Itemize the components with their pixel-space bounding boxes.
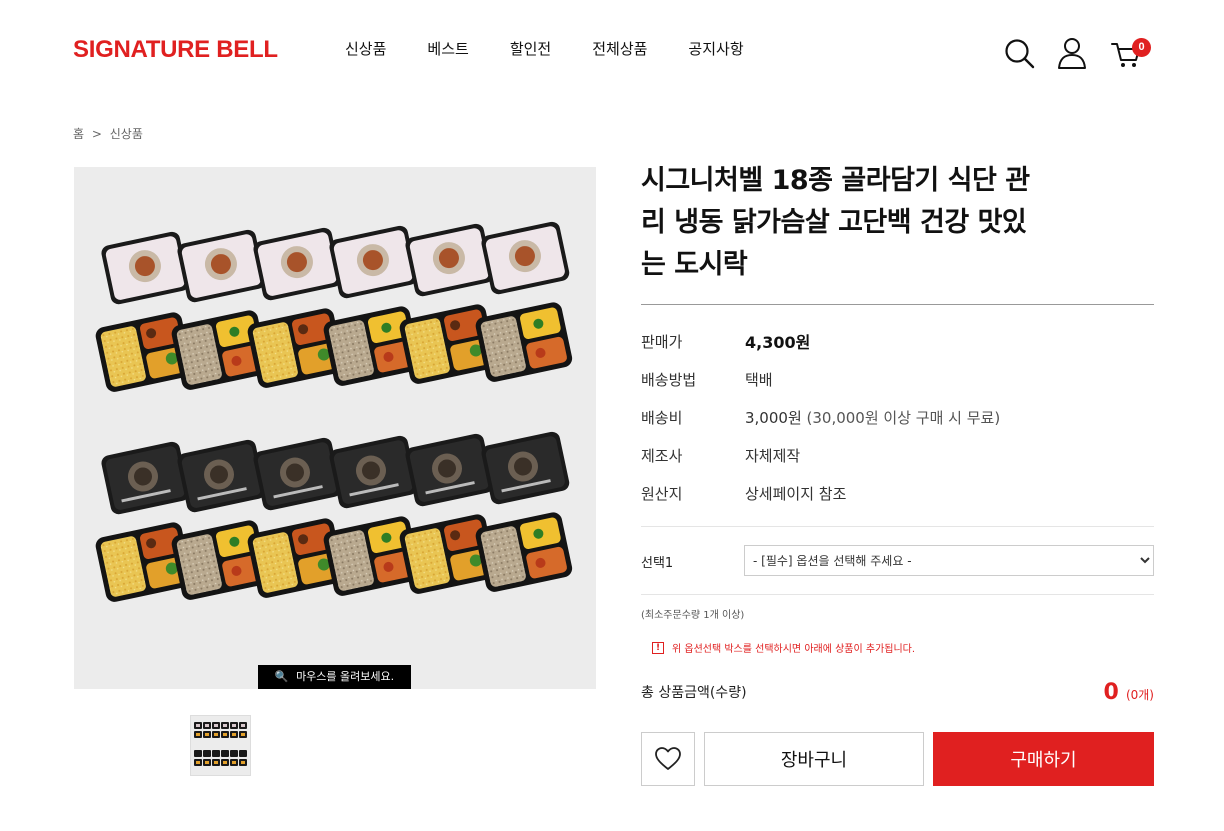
- cart-count-badge: 0: [1132, 38, 1151, 57]
- sale-price: 4,300원: [745, 333, 811, 352]
- total-value: 0 (0개): [1104, 680, 1154, 705]
- total-amount: 0: [1103, 680, 1119, 705]
- info-row-shipping-method: 배송방법 택배: [641, 360, 1154, 398]
- cart-icon[interactable]: 0: [1110, 36, 1151, 70]
- thumbnail-image: [191, 716, 250, 775]
- info-row-shipping-fee: 배송비 3,000원 (30,000원 이상 구매 시 무료): [641, 398, 1154, 436]
- info-value: 자체제작: [745, 446, 801, 465]
- breadcrumb-separator: >: [91, 127, 102, 141]
- info-value: 상세페이지 참조: [745, 484, 847, 503]
- product-thumbnail[interactable]: [190, 715, 251, 776]
- info-value: 택배: [745, 370, 773, 389]
- title-divider: [641, 304, 1154, 305]
- product-info-table: 판매가 4,300원 배송방법 택배 배송비 3,000원 (30,000원 이…: [641, 322, 1154, 512]
- wishlist-button[interactable]: [641, 732, 695, 786]
- option-notice-text: 위 옵션선택 박스를 선택하시면 아래에 상품이 추가됩니다.: [672, 644, 916, 655]
- info-key: 원산지: [641, 484, 683, 503]
- nav-notice[interactable]: 공지사항: [688, 38, 743, 59]
- info-key: 배송방법: [641, 370, 697, 389]
- info-row-price: 판매가 4,300원: [641, 322, 1154, 360]
- option-select[interactable]: - [필수] 옵션을 선택해 주세요 -: [744, 545, 1154, 576]
- nav-all-products[interactable]: 전체상품: [592, 38, 647, 59]
- add-to-cart-button[interactable]: 장바구니: [704, 732, 924, 786]
- shipping-fee: 3,000원: [745, 408, 802, 427]
- nav-sale[interactable]: 할인전: [510, 38, 551, 59]
- search-icon[interactable]: [1002, 36, 1036, 70]
- zoom-hint-text: 마우스를 올려보세요.: [296, 670, 395, 683]
- user-icon[interactable]: [1056, 36, 1090, 70]
- product-title-line: 시그니처벨 18종 골라담기 식단 관: [641, 165, 1030, 196]
- info-key: 판매가: [641, 332, 683, 351]
- zoom-hint: 🔍 마우스를 올려보세요.: [258, 665, 411, 689]
- breadcrumb-home[interactable]: 홈: [73, 127, 84, 141]
- buy-now-button[interactable]: 구매하기: [933, 732, 1154, 786]
- breadcrumb-current[interactable]: 신상품: [110, 127, 143, 141]
- alert-icon: !: [652, 641, 664, 654]
- meal-boxes-photo: [74, 167, 596, 689]
- header-icons: 0: [1000, 36, 1160, 72]
- option-notice: ! 위 옵션선택 박스를 선택하시면 아래에 상품이 추가됩니다.: [652, 640, 915, 655]
- main-nav: 신상품 베스트 할인전 전체상품 공지사항: [345, 38, 785, 59]
- product-title: 시그니처벨 18종 골라담기 식단 관 리 냉동 닭가슴살 고단백 건강 맛있 …: [641, 160, 1071, 286]
- free-shipping-condition: (30,000원 이상 구매 시 무료): [801, 408, 1001, 427]
- magnifier-icon: 🔍: [274, 670, 289, 683]
- info-value: 3,000원 (30,000원 이상 구매 시 무료): [745, 407, 1000, 428]
- product-main-image[interactable]: 🔍 마우스를 올려보세요.: [74, 167, 596, 689]
- product-title-line: 는 도시락: [641, 249, 748, 280]
- info-key: 제조사: [641, 446, 683, 465]
- divider: [641, 526, 1154, 527]
- nav-new-products[interactable]: 신상품: [345, 38, 386, 59]
- product-title-line: 리 냉동 닭가슴살 고단백 건강 맛있: [641, 207, 1027, 238]
- logo[interactable]: SIGNATURE BELL: [73, 36, 278, 64]
- total-quantity: (0개): [1125, 688, 1154, 702]
- total-label: 총 상품금액(수량): [641, 685, 747, 701]
- site-header: SIGNATURE BELL 신상품 베스트 할인전 전체상품 공지사항 0: [0, 0, 1224, 100]
- info-row-origin: 원산지 상세페이지 참조: [641, 474, 1154, 512]
- min-order-note: (최소주문수량 1개 이상): [641, 610, 745, 621]
- heart-icon: [655, 747, 681, 770]
- option-label: 선택1: [641, 556, 674, 571]
- info-key: 배송비: [641, 408, 683, 427]
- divider: [641, 594, 1154, 595]
- nav-best[interactable]: 베스트: [427, 38, 468, 59]
- breadcrumb: 홈 > 신상품: [73, 125, 147, 142]
- info-row-manufacturer: 제조사 자체제작: [641, 436, 1154, 474]
